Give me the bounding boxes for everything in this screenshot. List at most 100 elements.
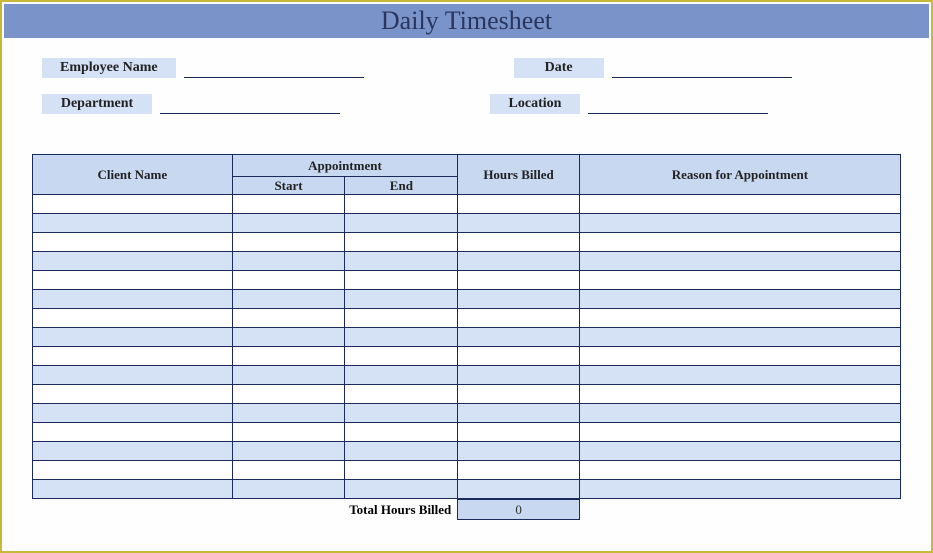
table-row (33, 347, 901, 366)
cell-hours[interactable] (458, 423, 580, 442)
cell-hours[interactable] (458, 252, 580, 271)
input-location[interactable] (588, 96, 768, 114)
cell-start[interactable] (232, 480, 345, 499)
total-table: Total Hours Billed 0 (32, 499, 901, 520)
cell-hours[interactable] (458, 366, 580, 385)
cell-hours[interactable] (458, 271, 580, 290)
cell-hours[interactable] (458, 328, 580, 347)
cell-end[interactable] (345, 271, 458, 290)
cell-client[interactable] (33, 328, 233, 347)
th-client-name: Client Name (33, 155, 233, 195)
cell-end[interactable] (345, 328, 458, 347)
cell-hours[interactable] (458, 309, 580, 328)
cell-start[interactable] (232, 442, 345, 461)
cell-reason[interactable] (579, 309, 900, 328)
cell-start[interactable] (232, 347, 345, 366)
cell-hours[interactable] (458, 480, 580, 499)
cell-hours[interactable] (458, 233, 580, 252)
cell-hours[interactable] (458, 214, 580, 233)
cell-start[interactable] (232, 290, 345, 309)
cell-start[interactable] (232, 461, 345, 480)
cell-reason[interactable] (579, 328, 900, 347)
cell-reason[interactable] (579, 233, 900, 252)
cell-hours[interactable] (458, 195, 580, 214)
cell-end[interactable] (345, 195, 458, 214)
field-date: Date (514, 58, 792, 78)
cell-reason[interactable] (579, 442, 900, 461)
table-row (33, 461, 901, 480)
cell-client[interactable] (33, 290, 233, 309)
cell-hours[interactable] (458, 385, 580, 404)
cell-reason[interactable] (579, 480, 900, 499)
cell-hours[interactable] (458, 442, 580, 461)
cell-end[interactable] (345, 423, 458, 442)
cell-hours[interactable] (458, 461, 580, 480)
cell-end[interactable] (345, 290, 458, 309)
cell-client[interactable] (33, 309, 233, 328)
cell-client[interactable] (33, 385, 233, 404)
cell-reason[interactable] (579, 385, 900, 404)
cell-start[interactable] (232, 423, 345, 442)
cell-end[interactable] (345, 404, 458, 423)
cell-end[interactable] (345, 309, 458, 328)
field-department: Department (42, 94, 340, 114)
cell-start[interactable] (232, 385, 345, 404)
cell-start[interactable] (232, 271, 345, 290)
th-end: End (345, 177, 458, 195)
cell-end[interactable] (345, 347, 458, 366)
input-employee-name[interactable] (184, 60, 364, 78)
cell-reason[interactable] (579, 404, 900, 423)
cell-reason[interactable] (579, 214, 900, 233)
cell-reason[interactable] (579, 347, 900, 366)
cell-start[interactable] (232, 328, 345, 347)
cell-start[interactable] (232, 252, 345, 271)
input-department[interactable] (160, 96, 340, 114)
cell-hours[interactable] (458, 290, 580, 309)
cell-end[interactable] (345, 480, 458, 499)
cell-hours[interactable] (458, 404, 580, 423)
cell-end[interactable] (345, 366, 458, 385)
table-row (33, 195, 901, 214)
cell-end[interactable] (345, 385, 458, 404)
cell-client[interactable] (33, 233, 233, 252)
cell-end[interactable] (345, 214, 458, 233)
page-title: Daily Timesheet (381, 6, 552, 36)
cell-start[interactable] (232, 233, 345, 252)
input-date[interactable] (612, 60, 792, 78)
cell-start[interactable] (232, 404, 345, 423)
total-hours-value: 0 (458, 500, 580, 520)
timesheet-tbody (33, 195, 901, 499)
cell-end[interactable] (345, 461, 458, 480)
cell-client[interactable] (33, 442, 233, 461)
cell-end[interactable] (345, 442, 458, 461)
cell-client[interactable] (33, 423, 233, 442)
cell-client[interactable] (33, 347, 233, 366)
cell-start[interactable] (232, 309, 345, 328)
th-start: Start (232, 177, 345, 195)
cell-reason[interactable] (579, 366, 900, 385)
th-hours-billed: Hours Billed (458, 155, 580, 195)
cell-reason[interactable] (579, 195, 900, 214)
th-reason: Reason for Appointment (579, 155, 900, 195)
cell-client[interactable] (33, 404, 233, 423)
cell-client[interactable] (33, 252, 233, 271)
cell-client[interactable] (33, 214, 233, 233)
cell-client[interactable] (33, 480, 233, 499)
cell-reason[interactable] (579, 271, 900, 290)
cell-end[interactable] (345, 233, 458, 252)
cell-reason[interactable] (579, 423, 900, 442)
cell-client[interactable] (33, 271, 233, 290)
cell-hours[interactable] (458, 347, 580, 366)
cell-end[interactable] (345, 252, 458, 271)
cell-client[interactable] (33, 195, 233, 214)
cell-start[interactable] (232, 366, 345, 385)
th-appointment: Appointment (232, 155, 458, 177)
cell-client[interactable] (33, 461, 233, 480)
cell-start[interactable] (232, 195, 345, 214)
cell-reason[interactable] (579, 461, 900, 480)
cell-client[interactable] (33, 366, 233, 385)
table-row (33, 480, 901, 499)
cell-start[interactable] (232, 214, 345, 233)
cell-reason[interactable] (579, 252, 900, 271)
cell-reason[interactable] (579, 290, 900, 309)
